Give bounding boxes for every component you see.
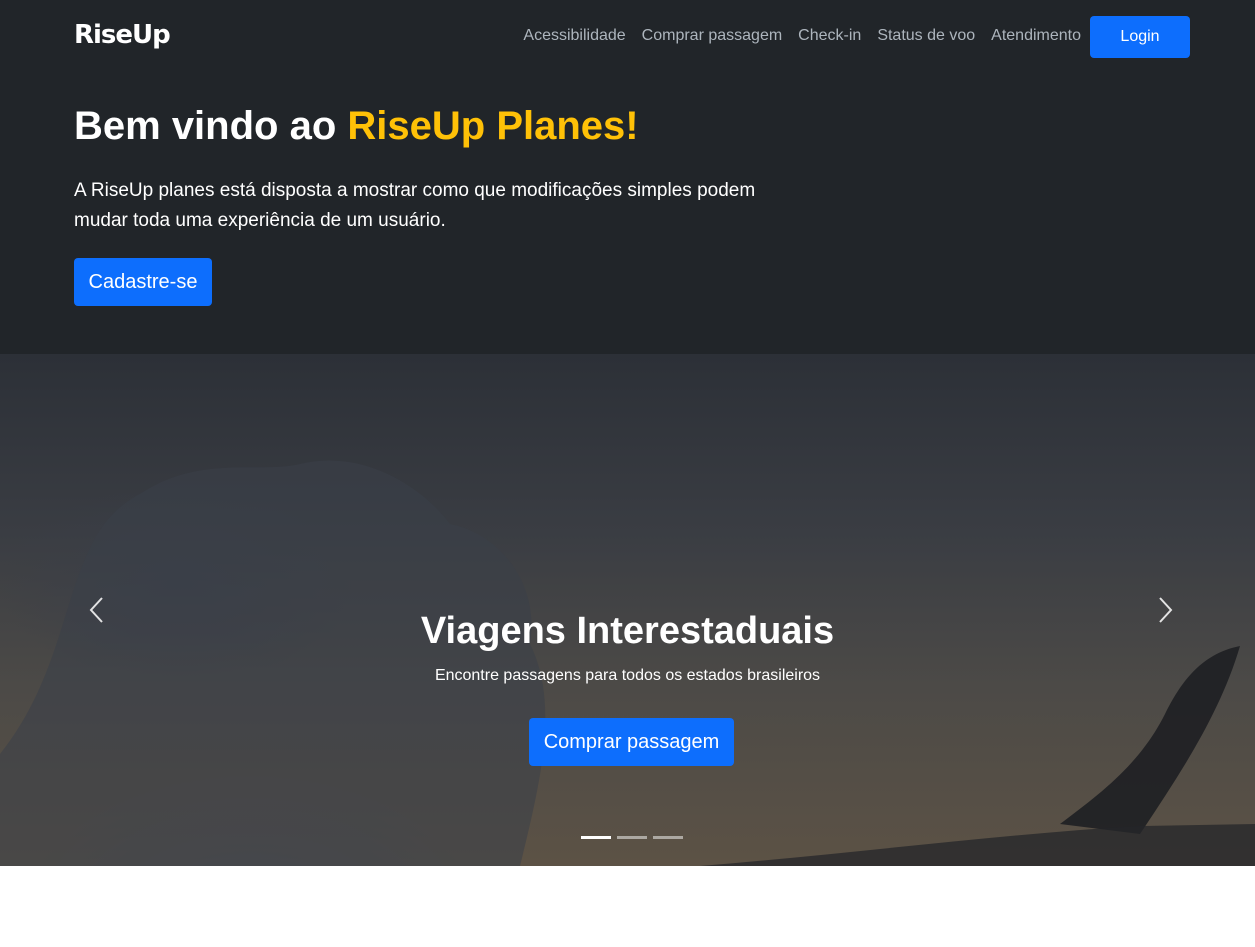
- navbar: RiseUp Acessibilidade Comprar passagem C…: [0, 0, 1255, 74]
- carousel-indicator-3[interactable]: [653, 836, 683, 839]
- hero-title-accent: RiseUp Planes!: [347, 104, 639, 148]
- carousel-indicator-2[interactable]: [617, 836, 647, 839]
- nav-link-status-de-voo[interactable]: Status de voo: [877, 27, 975, 45]
- carousel-caption: Viagens Interestaduais Encontre passagen…: [0, 610, 1255, 685]
- carousel-caption-text: Encontre passagens para todos os estados…: [434, 667, 821, 684]
- hero-section: RiseUp Acessibilidade Comprar passagem C…: [0, 0, 1255, 354]
- nav-link-atendimento[interactable]: Atendimento: [991, 27, 1081, 45]
- carousel-indicators: [581, 836, 683, 839]
- signup-button[interactable]: Cadastre-se: [74, 258, 212, 306]
- brand-logo[interactable]: RiseUp: [74, 20, 171, 50]
- hero-title: Bem vindo ao RiseUp Planes!: [74, 104, 639, 149]
- carousel: Viagens Interestaduais Encontre passagen…: [0, 354, 1255, 866]
- nav-links: Acessibilidade Comprar passagem Check-in…: [523, 27, 1081, 45]
- hero-title-prefix: Bem vindo ao: [74, 104, 348, 148]
- buy-ticket-button[interactable]: Comprar passagem: [529, 718, 734, 766]
- login-button[interactable]: Login: [1090, 16, 1190, 58]
- hero-description: A RiseUp planes está disposta a mostrar …: [74, 180, 756, 231]
- nav-link-check-in[interactable]: Check-in: [798, 27, 861, 45]
- carousel-indicator-1[interactable]: [581, 836, 611, 839]
- carousel-caption-title: Viagens Interestaduais: [420, 610, 835, 652]
- nav-link-acessibilidade[interactable]: Acessibilidade: [523, 27, 625, 45]
- nav-link-comprar-passagem[interactable]: Comprar passagem: [642, 27, 783, 45]
